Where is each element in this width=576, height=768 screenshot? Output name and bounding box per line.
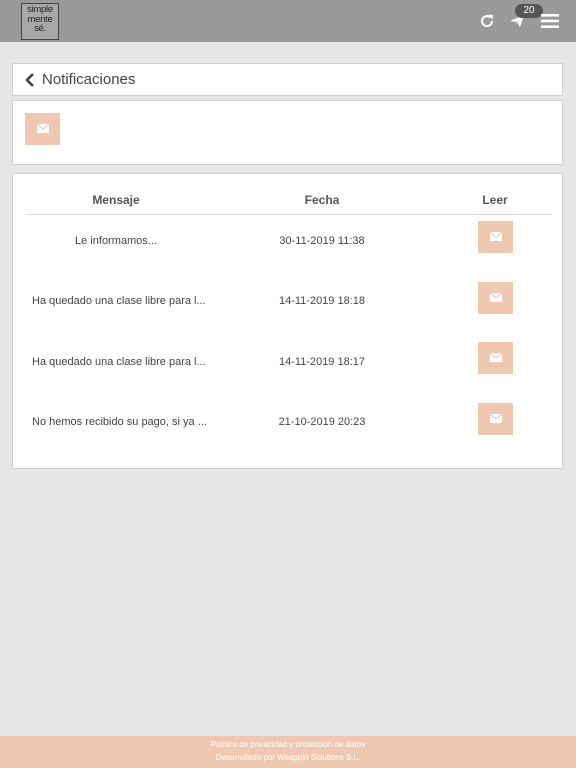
notifications-table: Mensaje Fecha Leer Le informamos... 30-1… bbox=[12, 173, 563, 469]
footer: Política de privacidad y protección de d… bbox=[0, 736, 576, 768]
column-header-date: Fecha bbox=[304, 193, 340, 207]
table-row-date: 30-11-2019 11:38 bbox=[279, 235, 365, 247]
envelope-icon bbox=[489, 289, 502, 307]
column-header-read: Leer bbox=[482, 193, 508, 207]
read-message-button[interactable] bbox=[478, 403, 513, 435]
read-message-button[interactable] bbox=[478, 221, 513, 253]
chevron-left-icon[interactable] bbox=[23, 71, 37, 89]
envelope-icon bbox=[489, 349, 502, 367]
developer-credit: Desarrollado por Weappin Solutions S.L. bbox=[215, 753, 361, 762]
hamburger-menu-icon[interactable] bbox=[540, 8, 560, 34]
table-row-date: 21-10-2019 20:23 bbox=[278, 416, 366, 428]
page-title-bar: Notificaciones bbox=[12, 63, 563, 96]
table-row-date: 14-11-2019 18:17 bbox=[278, 356, 366, 368]
read-message-button[interactable] bbox=[478, 342, 513, 374]
app-header: simple mente sé. 20 bbox=[0, 0, 576, 42]
table-row-message: Ha quedado una clase libre para l... bbox=[32, 356, 206, 368]
page-title: Notificaciones bbox=[42, 71, 136, 88]
table-row-message: No hemos recibido su pago, si ya ... bbox=[32, 416, 207, 428]
table-row-date: 14-11-2019 18:18 bbox=[278, 295, 366, 307]
column-header-message: Mensaje bbox=[92, 193, 140, 207]
table-row-message: Ha quedado una clase libre para l... bbox=[32, 295, 206, 307]
table-header-divider bbox=[26, 214, 552, 215]
read-message-button[interactable] bbox=[478, 282, 513, 314]
privacy-policy-link[interactable]: Política de privacidad y protección de d… bbox=[0, 738, 576, 751]
envelope-icon bbox=[489, 228, 502, 246]
envelope-icon bbox=[36, 120, 49, 138]
refresh-icon[interactable] bbox=[478, 8, 496, 34]
logo-line-3: sé. bbox=[34, 23, 46, 34]
table-row-message: Le informamos... bbox=[75, 235, 157, 247]
compose-message-button[interactable] bbox=[25, 113, 60, 145]
notification-count-badge: 20 bbox=[515, 4, 543, 18]
brand-logo[interactable]: simple mente sé. bbox=[21, 3, 59, 40]
envelope-icon bbox=[489, 410, 502, 428]
actions-panel bbox=[12, 100, 563, 165]
